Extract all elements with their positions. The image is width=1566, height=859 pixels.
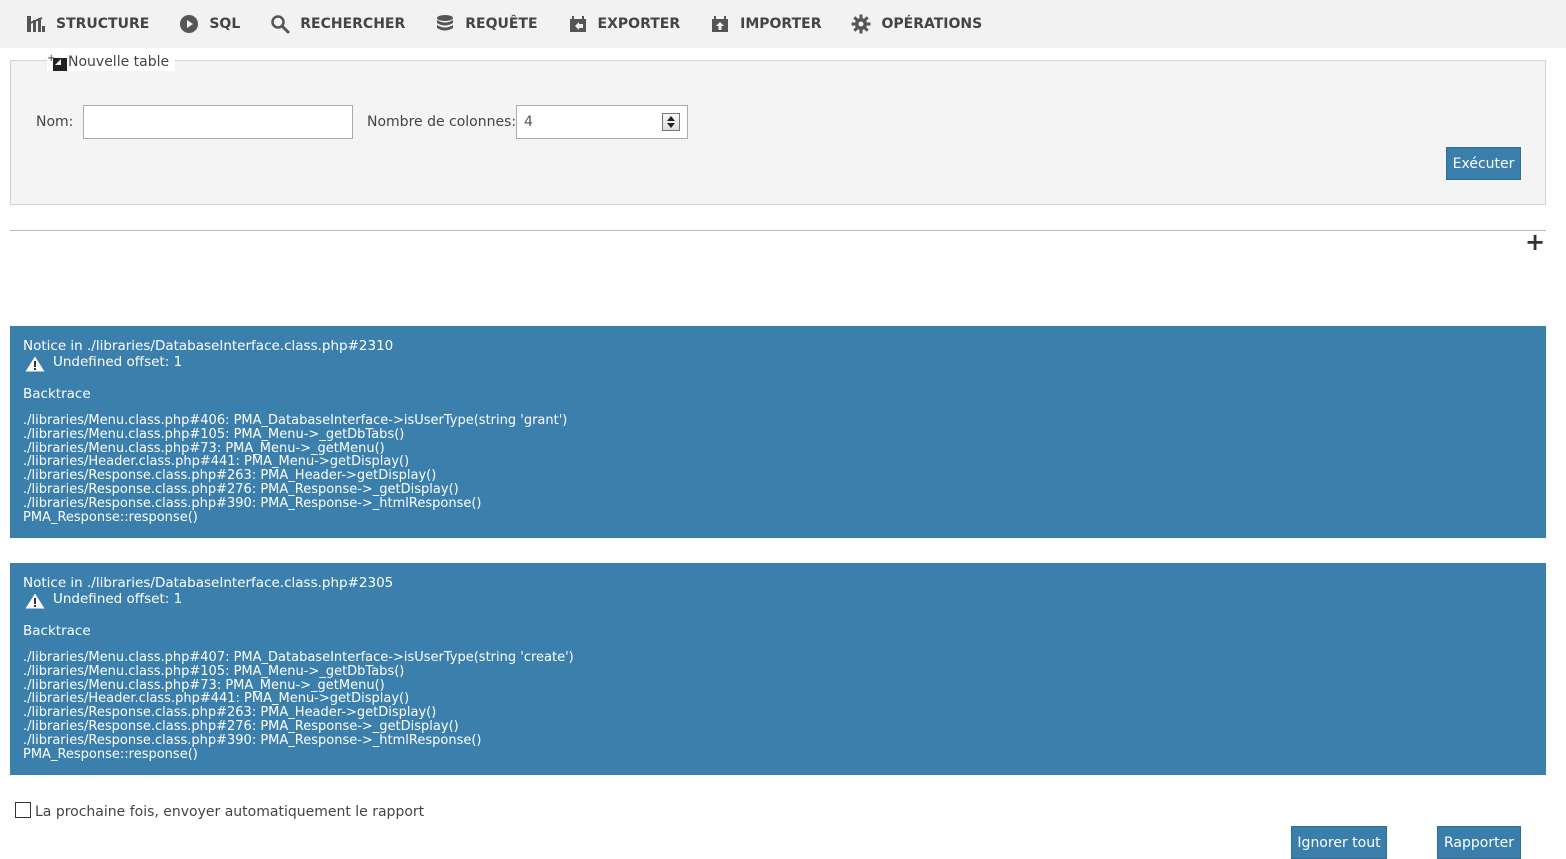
backtrace-list: ./libraries/Menu.class.php#407: PMA_Data…: [23, 651, 1533, 761]
backtrace-line: ./libraries/Header.class.php#441: PMA_Me…: [23, 454, 410, 470]
tab-search[interactable]: RECHERCHER: [270, 0, 405, 48]
notice-message-row: Undefined offset: 1: [23, 353, 1533, 372]
column-count-value: 4: [524, 114, 533, 130]
tab-structure[interactable]: STRUCTURE: [26, 0, 149, 48]
backtrace-line: ./libraries/Menu.class.php#105: PMA_Menu…: [23, 426, 405, 442]
backtrace-label: Backtrace: [23, 386, 91, 402]
auto-report-checkbox[interactable]: [15, 802, 31, 818]
tab-label: IMPORTER: [740, 16, 822, 32]
tab-sql[interactable]: SQL: [179, 0, 240, 48]
execute-button[interactable]: Exécuter: [1446, 147, 1521, 180]
backtrace-line: PMA_Response::response(): [23, 746, 198, 762]
tab-label: REQUÊTE: [465, 16, 538, 32]
backtrace-line: ./libraries/Response.class.php#276: PMA_…: [23, 481, 459, 497]
top-menu: STRUCTURE SQL RECHERCHER REQUÊTE EXPORTE…: [0, 0, 1566, 48]
new-table-fieldset: + Nouvelle table Nom: Nombre de colonnes…: [10, 53, 1546, 205]
table-name-label: Nom:: [36, 114, 74, 130]
error-notice: Notice in ./libraries/DatabaseInterface.…: [10, 563, 1546, 775]
backtrace-line: ./libraries/Menu.class.php#73: PMA_Menu-…: [23, 440, 385, 456]
tab-label: OPÉRATIONS: [881, 16, 983, 32]
backtrace-line: PMA_Response::response(): [23, 509, 198, 525]
sql-icon: [179, 14, 199, 34]
backtrace-line: ./libraries/Header.class.php#441: PMA_Me…: [23, 691, 410, 707]
ignore-all-button[interactable]: Ignorer tout: [1291, 826, 1387, 859]
new-table-icon: +: [47, 52, 67, 72]
column-count-spinner[interactable]: [662, 113, 680, 131]
table-name-input[interactable]: [83, 105, 353, 139]
new-table-legend: + Nouvelle table: [47, 52, 176, 72]
backtrace-line: ./libraries/Response.class.php#276: PMA_…: [23, 718, 459, 734]
backtrace-line: ./libraries/Menu.class.php#407: PMA_Data…: [23, 650, 574, 665]
gear-icon: [851, 14, 871, 34]
plus-icon[interactable]: +: [1525, 230, 1545, 254]
export-icon: [568, 14, 588, 34]
backtrace-line: ./libraries/Menu.class.php#406: PMA_Data…: [23, 413, 568, 428]
database-icon: [435, 14, 455, 34]
warning-icon: [25, 356, 45, 372]
notice-message: Undefined offset: 1: [53, 590, 183, 607]
tab-import[interactable]: IMPORTER: [710, 0, 821, 48]
section-divider: [10, 230, 1546, 231]
backtrace-label: Backtrace: [23, 623, 91, 639]
auto-report-label: La prochaine fois, envoyer automatiqueme…: [35, 804, 425, 820]
column-count-input[interactable]: 4: [516, 105, 688, 139]
backtrace-list: ./libraries/Menu.class.php#406: PMA_Data…: [23, 414, 1533, 524]
backtrace-line: ./libraries/Response.class.php#263: PMA_…: [23, 468, 437, 484]
tab-label: STRUCTURE: [56, 16, 150, 32]
notice-title: Notice in ./libraries/DatabaseInterface.…: [23, 338, 394, 354]
tab-operations[interactable]: OPÉRATIONS: [851, 0, 982, 48]
backtrace-line: ./libraries/Response.class.php#390: PMA_…: [23, 495, 482, 511]
import-icon: [710, 14, 730, 34]
structure-icon: [26, 14, 46, 34]
tab-label: EXPORTER: [597, 16, 681, 32]
column-count-label: Nombre de colonnes:: [367, 114, 517, 130]
auto-report-row: La prochaine fois, envoyer automatiqueme…: [15, 802, 425, 820]
new-table-legend-text: Nouvelle table: [68, 54, 170, 70]
tab-query[interactable]: REQUÊTE: [435, 0, 538, 48]
tab-export[interactable]: EXPORTER: [568, 0, 681, 48]
tab-label: SQL: [209, 16, 241, 32]
backtrace-line: ./libraries/Menu.class.php#73: PMA_Menu-…: [23, 677, 385, 693]
report-button[interactable]: Rapporter: [1437, 826, 1521, 859]
search-icon: [270, 14, 290, 34]
notice-message: Undefined offset: 1: [53, 353, 183, 370]
backtrace-line: ./libraries/Menu.class.php#105: PMA_Menu…: [23, 663, 405, 679]
backtrace-line: ./libraries/Response.class.php#390: PMA_…: [23, 732, 482, 748]
tab-label: RECHERCHER: [300, 16, 406, 32]
backtrace-line: ./libraries/Response.class.php#263: PMA_…: [23, 705, 437, 721]
error-notice: Notice in ./libraries/DatabaseInterface.…: [10, 326, 1546, 538]
warning-icon: [25, 593, 45, 609]
notice-message-row: Undefined offset: 1: [23, 590, 1533, 609]
notice-title: Notice in ./libraries/DatabaseInterface.…: [23, 575, 394, 591]
